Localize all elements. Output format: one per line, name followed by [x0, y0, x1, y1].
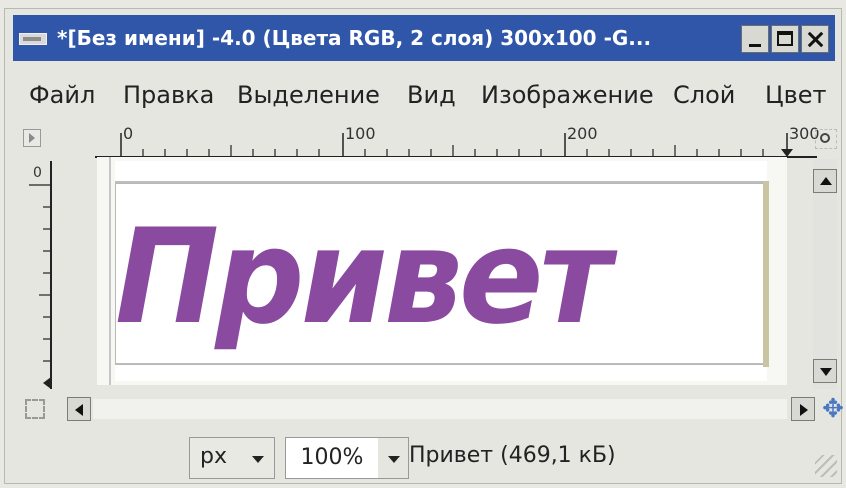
navigate-icon[interactable]: [23, 129, 41, 147]
zoom-icon[interactable]: [815, 129, 837, 149]
menu-image[interactable]: Изображение: [481, 77, 654, 113]
menu-file[interactable]: Файл: [29, 77, 95, 113]
horizontal-scroll-row: ✥: [25, 395, 844, 427]
ruler-label-200: 200: [567, 124, 598, 143]
horizontal-ruler-ticks: [95, 133, 817, 158]
title-bar[interactable]: *[Без имени] -4.0 (Цвета RGB, 2 слоя) 30…: [13, 15, 835, 61]
menu-bar: Файл Правка Выделение Вид Изображение Сл…: [29, 77, 835, 113]
unit-dropdown-icon[interactable]: [252, 456, 264, 463]
menu-edit[interactable]: Правка: [123, 77, 214, 113]
canvas-text: Привет: [115, 200, 612, 353]
scroll-right-button[interactable]: [791, 397, 815, 421]
scroll-up-button[interactable]: [813, 169, 837, 193]
window-title: *[Без имени] -4.0 (Цвета RGB, 2 слоя) 30…: [57, 26, 652, 50]
status-info: Привет (469,1 кБ): [409, 443, 616, 468]
menu-layer[interactable]: Слой: [673, 77, 735, 113]
vertical-ruler: 0: [25, 161, 53, 389]
menu-select[interactable]: Выделение: [237, 77, 380, 113]
top-ruler-row: 0 100 200 300: [19, 124, 837, 159]
unit-value: px: [200, 444, 227, 469]
zoom-value[interactable]: 100%: [286, 438, 378, 478]
image-window: *[Без имени] -4.0 (Цвета RGB, 2 слоя) 30…: [4, 8, 844, 485]
ruler-label-100: 100: [345, 124, 376, 143]
resize-grip-icon[interactable]: [815, 455, 837, 477]
scroll-down-button[interactable]: [813, 359, 837, 383]
minimize-button[interactable]: [741, 25, 769, 53]
unit-select[interactable]: px: [189, 437, 275, 479]
zoom-select[interactable]: 100%: [285, 437, 409, 479]
gimp-icon: [19, 33, 47, 45]
close-button[interactable]: [801, 25, 829, 53]
menu-color[interactable]: Цвет: [765, 77, 827, 113]
status-bar: px 100% Привет (469,1 кБ): [23, 433, 837, 485]
horizontal-ruler: 0 100 200 300: [95, 124, 820, 159]
menu-view[interactable]: Вид: [407, 77, 456, 113]
move-icon[interactable]: ✥: [819, 395, 846, 423]
vertical-scrollbar[interactable]: [813, 159, 837, 389]
image-canvas[interactable]: Привет: [115, 161, 769, 381]
canvas-area[interactable]: Привет: [97, 157, 787, 385]
horizontal-scrollbar[interactable]: [93, 399, 787, 419]
quick-mask-icon[interactable]: [25, 399, 45, 419]
vertical-ruler-label-0: 0: [33, 165, 42, 181]
maximize-button[interactable]: [771, 25, 799, 53]
ruler-label-0: 0: [123, 124, 134, 143]
guide-left: [109, 157, 111, 385]
zoom-dropdown-icon[interactable]: [388, 456, 400, 463]
vertical-ruler-ticks: [29, 161, 52, 389]
scroll-left-button[interactable]: [67, 397, 91, 421]
text-layer: Привет: [115, 209, 765, 345]
